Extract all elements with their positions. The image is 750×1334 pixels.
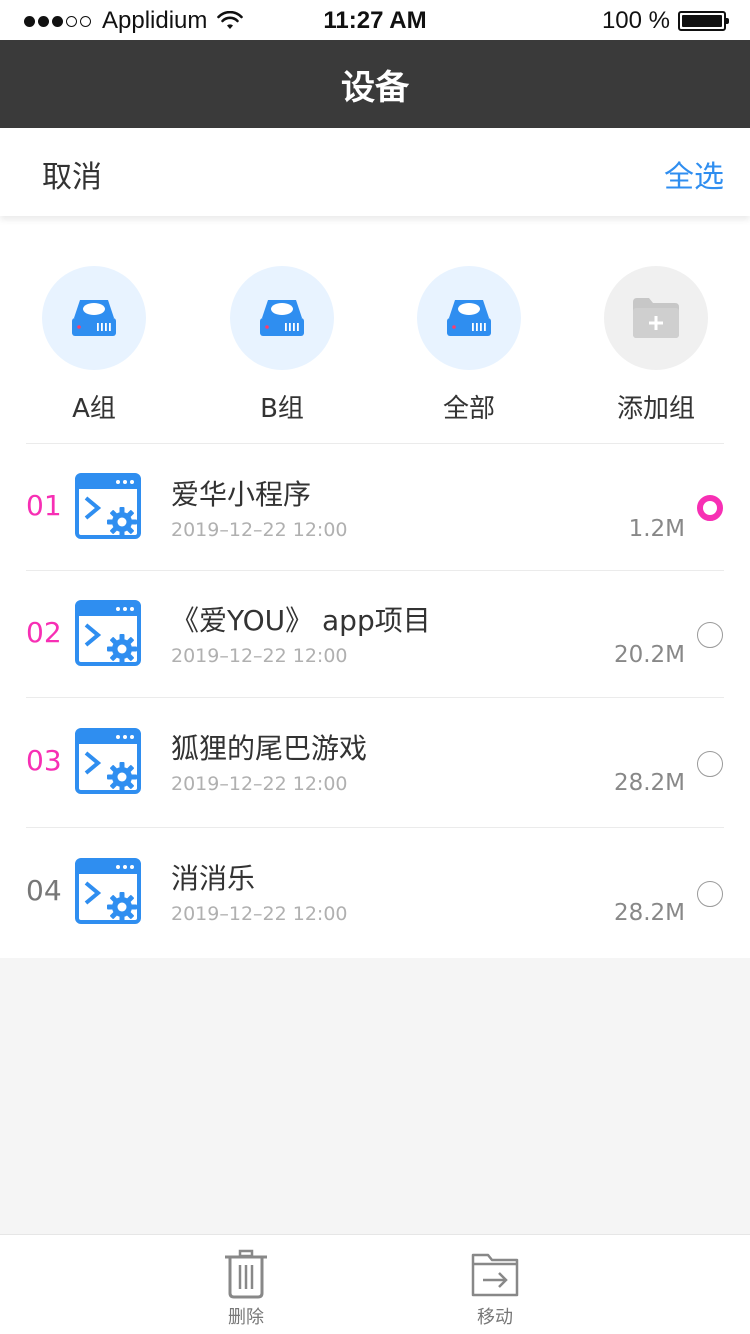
item-date: 2019–12–22 12:00 (171, 645, 348, 667)
group-label: A组 (72, 394, 116, 424)
item-name: 消消乐 (171, 862, 256, 895)
item-name: 狐狸的尾巴游戏 (171, 732, 368, 765)
item-size: 1.2M (628, 516, 685, 542)
app-settings-icon (75, 473, 141, 539)
item-date: 2019–12–22 12:00 (171, 519, 348, 541)
group-a[interactable]: A组 (24, 266, 164, 425)
group-b[interactable]: B组 (212, 266, 352, 425)
list-item[interactable]: 04 消消乐 2019–12–22 12:00 28.2M (0, 828, 750, 956)
group-label: 全部 (442, 394, 495, 424)
page-title: 设备 (341, 67, 409, 108)
status-bar: Applidium 11:27 AM 100 % (0, 0, 750, 40)
list-item[interactable]: 03 狐狸的尾巴游戏 2019–12–22 12:00 28.2M (0, 698, 750, 826)
delete-label: 删除 (228, 1307, 264, 1328)
move-folder-icon (471, 1253, 519, 1297)
item-size: 28.2M (613, 900, 685, 926)
drive-icon (447, 300, 491, 336)
nav-bar: 设备 (0, 40, 750, 128)
group-list: A组 B组 全部 添加组 (0, 266, 750, 442)
select-radio[interactable] (697, 622, 723, 648)
item-name: 《爱YOU》 app项目 (171, 604, 431, 637)
group-icon-circle (230, 266, 334, 370)
item-index: 01 (26, 489, 62, 522)
group-all[interactable]: 全部 (399, 266, 539, 425)
drive-icon (260, 300, 304, 336)
battery-icon (678, 11, 729, 31)
group-label: 添加组 (616, 394, 695, 424)
select-all-button[interactable]: 全选 (664, 152, 724, 196)
app-settings-icon (75, 728, 141, 794)
item-name: 爱华小程序 (171, 478, 312, 511)
list-item[interactable]: 01 爱华小程序 2019–12–22 12:00 1.2M (0, 444, 750, 572)
group-icon-circle (417, 266, 521, 370)
bottom-toolbar: 删除 移动 (0, 1234, 750, 1334)
screen: Applidium 11:27 AM 100 % 设备 取消 全选 A组 B组 … (0, 0, 750, 1334)
status-right: 100 % (601, 7, 729, 35)
item-index: 04 (26, 874, 62, 907)
action-bar: 取消 全选 (0, 128, 750, 216)
list-item[interactable]: 02 《爱YOU》 app项目 2019–12–22 12:00 20.2M (0, 571, 750, 699)
app-settings-icon (75, 858, 141, 924)
group-icon-circle (604, 266, 708, 370)
group-icon-circle (42, 266, 146, 370)
item-index: 02 (26, 616, 62, 649)
add-group[interactable]: 添加组 (586, 266, 726, 425)
drive-icon (72, 300, 116, 336)
delete-button[interactable]: 删除 (186, 1249, 306, 1329)
item-size: 20.2M (613, 642, 685, 668)
item-index: 03 (26, 744, 62, 777)
add-folder-icon (633, 298, 679, 338)
select-radio[interactable] (697, 495, 723, 521)
app-settings-icon (75, 600, 141, 666)
item-size: 28.2M (613, 770, 685, 796)
trash-icon (225, 1249, 267, 1299)
group-label: B组 (260, 394, 304, 424)
move-label: 移动 (477, 1307, 513, 1328)
battery-percent: 100 % (601, 7, 670, 34)
content-panel: A组 B组 全部 添加组 01 爱华小程序 2019–12–22 12:00 1… (0, 216, 750, 958)
item-date: 2019–12–22 12:00 (171, 773, 348, 795)
select-radio[interactable] (697, 751, 723, 777)
move-button[interactable]: 移动 (435, 1249, 555, 1329)
select-radio[interactable] (697, 881, 723, 907)
cancel-button[interactable]: 取消 (42, 152, 102, 196)
item-date: 2019–12–22 12:00 (171, 903, 348, 925)
